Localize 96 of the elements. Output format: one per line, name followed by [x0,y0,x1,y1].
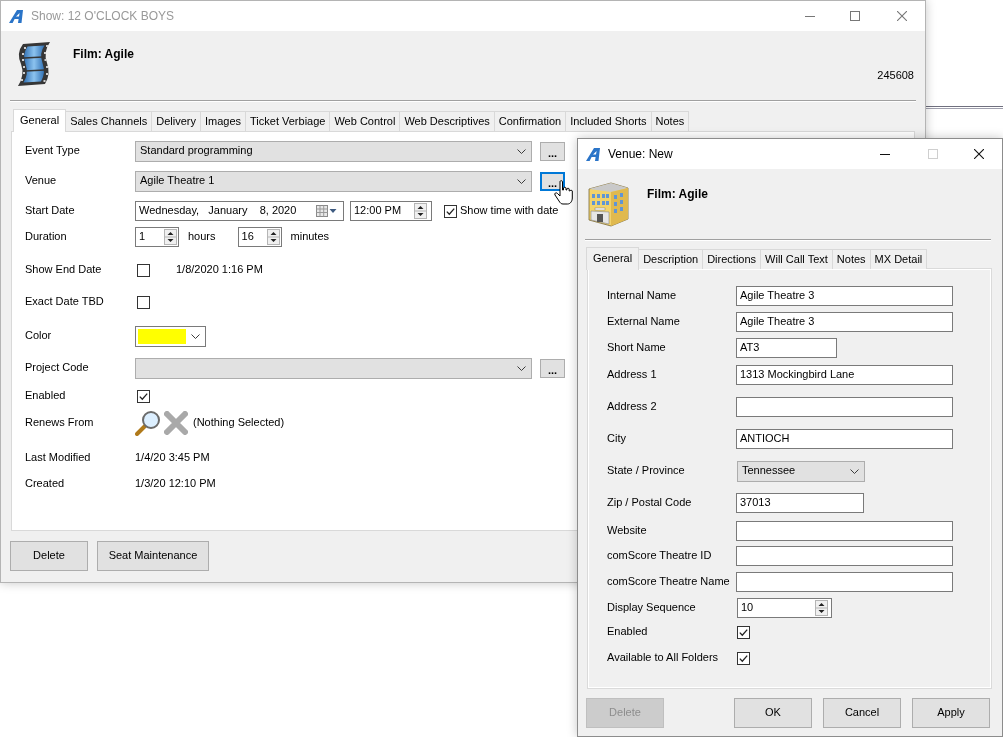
text-field[interactable] [736,397,953,417]
field-label: Exact Date TBD [25,295,105,309]
spin-arrows-icon[interactable] [815,600,828,616]
dropdown[interactable]: Tennessee [737,460,865,482]
text-field[interactable]: Agile Theatre 3 [736,286,953,306]
tab[interactable]: Directions [702,249,762,269]
unit-label: hours [188,230,216,244]
field-label: Address 1 [607,368,658,382]
film-strip-icon [15,41,51,86]
number-spinner[interactable]: 16 [237,227,282,247]
time-picker[interactable]: 12:00 PM [350,201,432,221]
window-title: Venue: New [608,146,673,162]
browse-button[interactable]: ... [540,358,565,378]
chevron-down-icon [517,365,526,371]
search-icon[interactable] [135,410,161,436]
checkbox[interactable] [737,625,750,639]
window-title: Show: 12 O'CLOCK BOYS [31,8,174,24]
close-icon[interactable] [974,149,984,159]
field-label: State / Province [607,464,686,478]
checkbox-label: Show time with date [460,204,559,218]
spin-arrows-icon[interactable] [414,203,427,219]
number-spinner[interactable]: 10 [737,598,832,618]
text-field[interactable] [736,521,953,541]
dialog-button[interactable]: Cancel [823,698,901,728]
field-label: Available to All Folders [607,651,720,665]
field-label: Show End Date [25,263,103,277]
tab[interactable]: MX Detail [869,249,928,269]
building-icon [585,181,630,227]
tab[interactable]: Notes [650,111,690,131]
chevron-down-icon [191,333,200,339]
tab[interactable]: General [586,247,640,270]
checkbox[interactable] [137,295,150,309]
action-button[interactable]: Seat Maintenance [97,541,209,571]
browse-button[interactable]: ... [540,141,565,161]
field-label: Last Modified [25,451,92,465]
dropdown[interactable]: Agile Theatre 1 [135,170,532,192]
color-picker[interactable] [135,325,206,347]
field-label: Project Code [25,361,90,375]
logo-icon [9,9,24,23]
chevron-down-icon [517,178,526,184]
field-label: Short Name [607,341,667,355]
field-label: Display Sequence [607,601,697,615]
field-label: External Name [607,315,681,329]
field-label: Created [25,477,66,491]
header-title: Film: Agile [73,47,134,62]
end-date-text: 1/8/2020 1:16 PM [176,263,263,277]
dropdown[interactable]: Standard programming [135,140,532,162]
checkbox[interactable] [137,389,150,403]
text-field[interactable]: Agile Theatre 3 [736,312,953,332]
field-label: comScore Theatre Name [607,575,731,589]
text-field[interactable]: AT3 [736,338,837,358]
action-button[interactable]: Delete [10,541,88,571]
hand-cursor-icon [554,180,573,205]
field-label: Internal Name [607,289,678,303]
text-field[interactable]: ANTIOCH [736,429,953,449]
selection-text: (Nothing Selected) [193,416,285,430]
maximize-icon[interactable] [850,11,860,21]
minimize-icon[interactable] [880,153,890,155]
text-field[interactable] [736,546,953,566]
calendar-icon[interactable] [316,205,337,217]
field-label: Duration [25,230,68,244]
field-label: Enabled [607,625,649,639]
spin-arrows-icon[interactable] [266,229,280,245]
record-number: 245608 [877,68,914,82]
browse-button[interactable]: ... [540,171,565,191]
unit-label: minutes [290,230,330,244]
number-spinner[interactable]: 1 [135,227,179,247]
field-label: Start Date [25,204,76,218]
tab[interactable]: General [13,109,67,132]
field-label: Color [25,329,53,343]
spin-arrows-icon[interactable] [164,229,177,245]
checkbox[interactable] [444,204,457,218]
field-label: comScore Theatre ID [607,549,713,563]
field-label: Venue [25,174,58,188]
text-field[interactable] [736,572,953,592]
field-label: Website [607,524,648,538]
chevron-down-icon [850,468,859,474]
field-label: Event Type [25,144,81,158]
chevron-down-icon [517,148,526,154]
field-label: City [607,432,627,446]
date-picker[interactable]: Wednesday, January 8, 2020 [135,201,344,221]
field-label: Renews From [25,416,95,430]
text-field[interactable]: 37013 [736,493,864,513]
field-label: Enabled [25,389,67,403]
dialog-button[interactable]: OK [734,698,812,728]
checkbox[interactable] [137,263,150,277]
header-title: Film: Agile [647,187,708,202]
value-text: 1/4/20 3:45 PM [135,451,210,465]
value-text: 1/3/20 12:10 PM [135,477,216,491]
dialog-button[interactable]: Apply [912,698,990,728]
logo-icon [586,147,601,161]
field-label: Address 2 [607,400,658,414]
text-field[interactable]: 1313 Mockingbird Lane [736,365,953,385]
field-label: Zip / Postal Code [607,496,693,510]
tab[interactable]: Notes [831,249,871,269]
checkbox[interactable] [737,651,750,665]
